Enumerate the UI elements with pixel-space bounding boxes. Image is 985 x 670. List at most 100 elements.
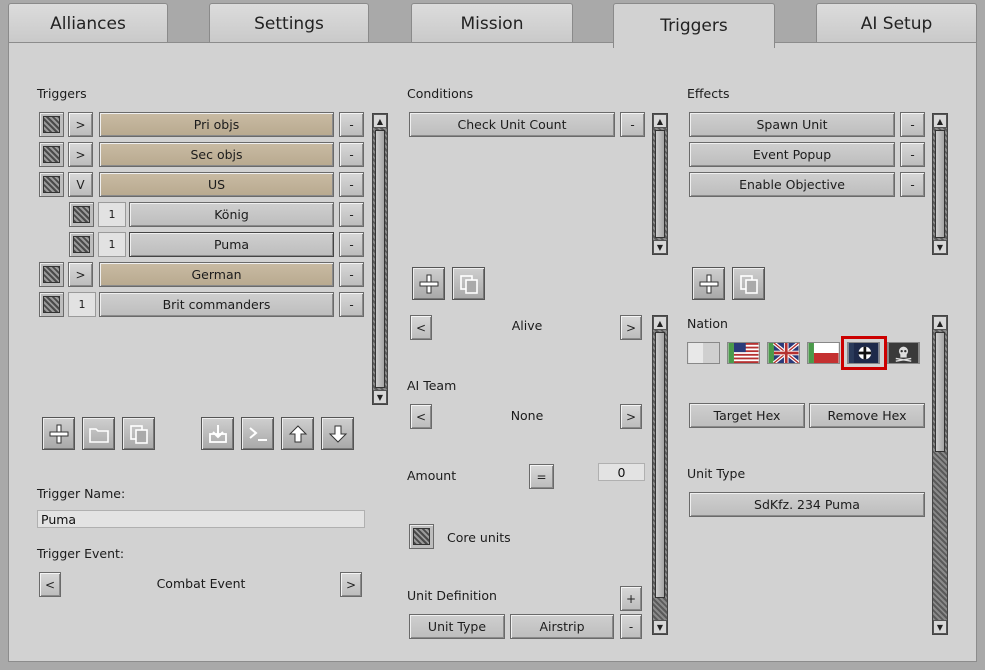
remove-trigger-button[interactable]: - — [339, 142, 364, 167]
effect-unit-type-button[interactable]: SdKfz. 234 Puma — [689, 492, 925, 517]
trigger-item-brit-commanders[interactable]: Brit commanders — [99, 292, 334, 317]
unit-type-button[interactable]: Unit Type — [409, 614, 505, 639]
scroll-up-icon[interactable]: ▲ — [653, 114, 667, 128]
scroll-down-icon[interactable]: ▼ — [933, 620, 947, 634]
trigger-item-puma[interactable]: Puma — [129, 232, 334, 257]
unit-type-value[interactable]: Airstrip — [510, 614, 614, 639]
trigger-checkbox[interactable] — [39, 172, 64, 197]
target-hex-button[interactable]: Target Hex — [689, 403, 805, 428]
alive-prev-button[interactable]: < — [410, 315, 432, 340]
add-folder-button[interactable] — [82, 417, 115, 450]
conditions-scrollbar[interactable]: ▲ ▼ — [652, 113, 668, 255]
ai-team-next-button[interactable]: > — [620, 404, 642, 429]
scroll-down-icon[interactable]: ▼ — [653, 240, 667, 254]
tab-mission[interactable]: Mission — [411, 3, 573, 43]
scroll-up-icon[interactable]: ▲ — [653, 316, 667, 330]
console-button[interactable] — [241, 417, 274, 450]
effect-item-event-popup[interactable]: Event Popup — [689, 142, 895, 167]
trigger-item-pri-objs[interactable]: Pri objs — [99, 112, 334, 137]
scroll-thumb[interactable] — [935, 332, 945, 452]
remove-effect-button[interactable]: - — [900, 112, 925, 137]
remove-trigger-button[interactable]: - — [339, 202, 364, 227]
trigger-checkbox[interactable] — [39, 292, 64, 317]
effect-item-enable-objective[interactable]: Enable Objective — [689, 172, 895, 197]
unit-definition-label: Unit Definition — [407, 588, 497, 603]
effect-details-scrollbar[interactable]: ▲ ▼ — [932, 315, 948, 635]
condition-item-check-unit-count[interactable]: Check Unit Count — [409, 112, 615, 137]
remove-condition-button[interactable]: - — [620, 112, 645, 137]
scroll-thumb[interactable] — [935, 130, 945, 238]
trigger-item-konig[interactable]: König — [129, 202, 334, 227]
triggers-scrollbar[interactable]: ▲ ▼ — [372, 113, 388, 405]
move-down-button[interactable] — [321, 417, 354, 450]
scroll-thumb[interactable] — [375, 130, 385, 388]
remove-hex-button[interactable]: Remove Hex — [809, 403, 925, 428]
download-icon — [208, 424, 227, 443]
effects-scrollbar[interactable]: ▲ ▼ — [932, 113, 948, 255]
core-units-checkbox[interactable] — [409, 524, 434, 549]
condition-details-scrollbar[interactable]: ▲ ▼ — [652, 315, 668, 635]
arrow-down-icon — [328, 425, 347, 443]
remove-effect-button[interactable]: - — [900, 142, 925, 167]
scroll-thumb[interactable] — [655, 130, 665, 238]
expand-button[interactable]: > — [68, 262, 93, 287]
nation-poland-flag-icon[interactable] — [807, 342, 840, 364]
trigger-item-sec-objs[interactable]: Sec objs — [99, 142, 334, 167]
tab-triggers[interactable]: Triggers — [613, 3, 775, 48]
nation-us-flag-icon[interactable] — [727, 342, 760, 364]
trigger-checkbox[interactable] — [39, 262, 64, 287]
trigger-item-german[interactable]: German — [99, 262, 334, 287]
remove-unit-definition-button[interactable]: - — [620, 614, 642, 639]
remove-trigger-button[interactable]: - — [339, 232, 364, 257]
scroll-up-icon[interactable]: ▲ — [933, 316, 947, 330]
trigger-checkbox[interactable] — [39, 112, 64, 137]
ai-team-prev-button[interactable]: < — [410, 404, 432, 429]
scroll-thumb[interactable] — [655, 332, 665, 598]
nation-neutral-flag-icon[interactable] — [687, 342, 720, 364]
remove-trigger-button[interactable]: - — [339, 262, 364, 287]
remove-trigger-button[interactable]: - — [339, 172, 364, 197]
trigger-name-input[interactable]: Puma — [37, 510, 365, 528]
copy-icon — [129, 424, 148, 444]
move-up-button[interactable] — [281, 417, 314, 450]
scroll-up-icon[interactable]: ▲ — [933, 114, 947, 128]
add-condition-button[interactable] — [412, 267, 445, 300]
terminal-icon — [248, 426, 267, 441]
event-prev-button[interactable]: < — [39, 572, 61, 597]
tab-alliances[interactable]: Alliances — [8, 3, 168, 43]
copy-condition-button[interactable] — [452, 267, 485, 300]
collapse-button[interactable]: V — [68, 172, 93, 197]
copy-effect-button[interactable] — [732, 267, 765, 300]
event-next-button[interactable]: > — [340, 572, 362, 597]
add-trigger-button[interactable] — [42, 417, 75, 450]
nation-skull-flag-icon[interactable] — [887, 342, 920, 364]
remove-effect-button[interactable]: - — [900, 172, 925, 197]
alive-next-button[interactable]: > — [620, 315, 642, 340]
copy-icon — [739, 274, 758, 294]
trigger-checkbox[interactable] — [69, 232, 94, 257]
remove-trigger-button[interactable]: - — [339, 112, 364, 137]
trigger-checkbox[interactable] — [69, 202, 94, 227]
trigger-item-us[interactable]: US — [99, 172, 334, 197]
add-effect-button[interactable] — [692, 267, 725, 300]
nation-uk-flag-icon[interactable] — [767, 342, 800, 364]
remove-trigger-button[interactable]: - — [339, 292, 364, 317]
expand-button[interactable]: > — [68, 112, 93, 137]
effect-item-spawn-unit[interactable]: Spawn Unit — [689, 112, 895, 137]
ai-team-label: AI Team — [407, 378, 457, 393]
add-unit-definition-button[interactable]: + — [620, 586, 642, 611]
scroll-down-icon[interactable]: ▼ — [373, 390, 387, 404]
expand-button[interactable]: > — [68, 142, 93, 167]
tab-ai-setup[interactable]: AI Setup — [816, 3, 977, 43]
amount-input[interactable]: 0 — [598, 463, 645, 481]
copy-trigger-button[interactable] — [122, 417, 155, 450]
scroll-down-icon[interactable]: ▼ — [933, 240, 947, 254]
trigger-checkbox[interactable] — [39, 142, 64, 167]
import-button[interactable] — [201, 417, 234, 450]
amount-operator-button[interactable]: = — [529, 464, 554, 489]
tab-settings[interactable]: Settings — [209, 3, 369, 43]
triggers-title: Triggers — [37, 86, 87, 101]
conditions-title: Conditions — [407, 86, 474, 101]
scroll-down-icon[interactable]: ▼ — [653, 620, 667, 634]
scroll-up-icon[interactable]: ▲ — [373, 114, 387, 128]
